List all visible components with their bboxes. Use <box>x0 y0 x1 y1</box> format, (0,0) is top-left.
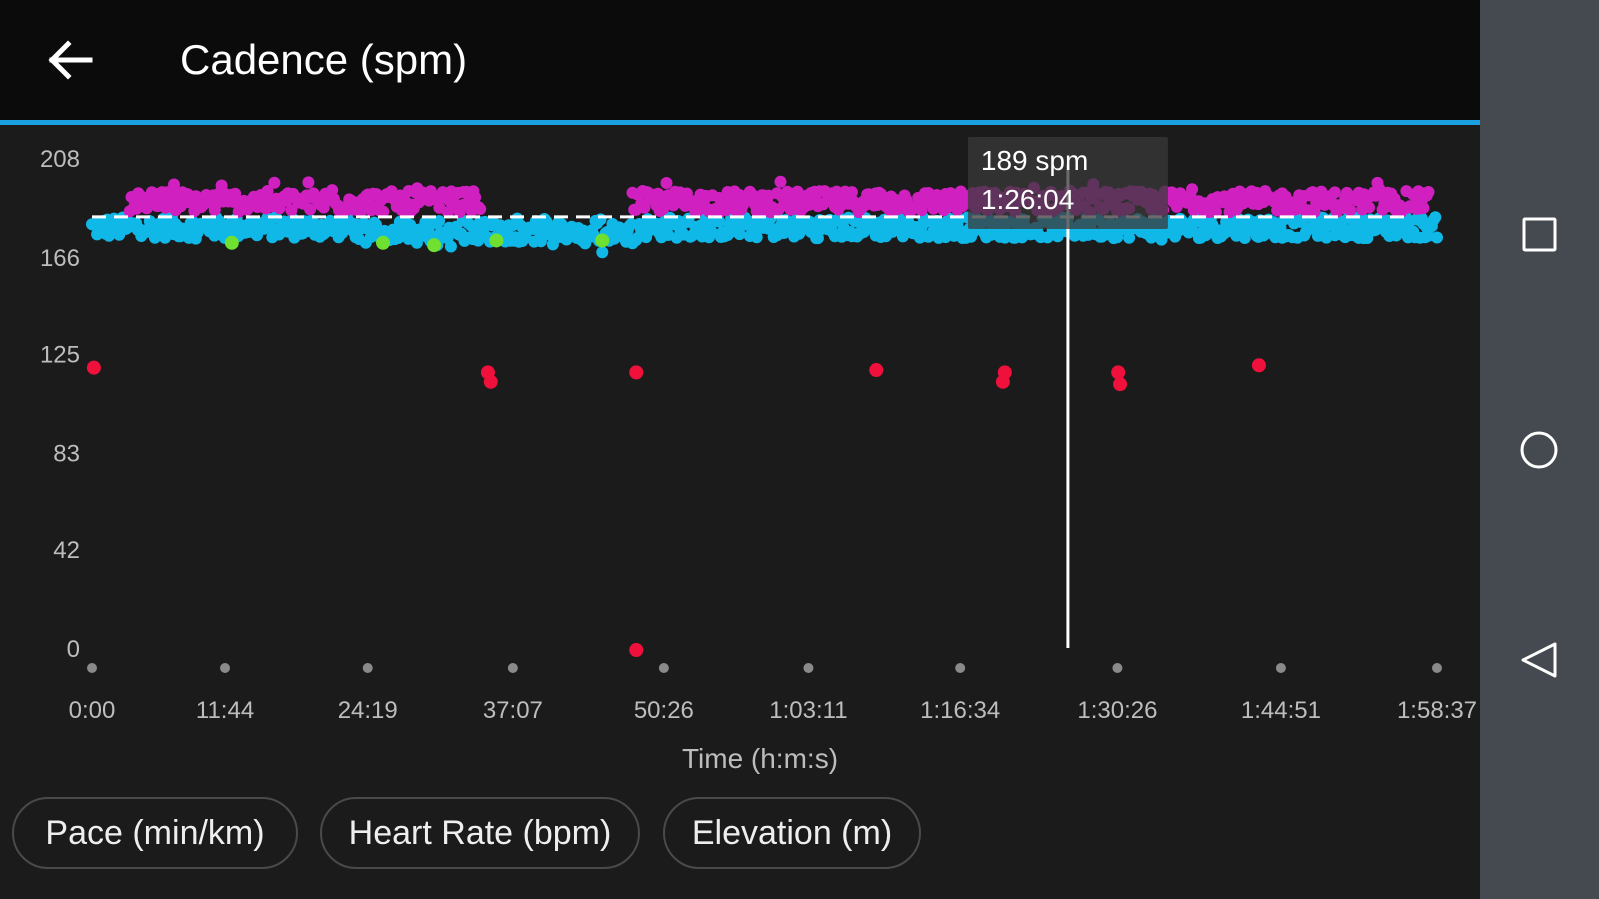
x-tick-dot <box>1112 663 1123 673</box>
magenta-point <box>1363 201 1375 214</box>
x-axis-label: Time (h:m:s) <box>682 743 838 774</box>
x-tick-label: 1:58:37 <box>1397 697 1477 724</box>
magenta-point <box>302 176 315 189</box>
circle-icon <box>1520 431 1558 469</box>
x-tick-label: 37:07 <box>483 697 543 724</box>
red-point <box>869 363 884 378</box>
square-icon <box>1522 217 1557 252</box>
red-point <box>995 374 1010 389</box>
pace-button[interactable]: Pace (min/km) <box>12 797 298 869</box>
x-tick-label: 50:26 <box>634 697 694 724</box>
red-point <box>1251 358 1266 373</box>
x-tick-dot <box>362 663 373 673</box>
y-tick-label: 42 <box>53 537 80 564</box>
green-point <box>427 238 442 253</box>
red-point <box>1113 377 1128 392</box>
home-button[interactable] <box>1500 410 1580 490</box>
heart-rate-button[interactable]: Heart Rate (bpm) <box>320 797 640 869</box>
x-tick-label: 24:19 <box>338 697 398 724</box>
x-tick-dot <box>658 663 669 673</box>
cadence-chart[interactable]: 208 166 125 83 42 0 0:00 11:44 24:19 37:07 50:26 1:… <box>0 125 1480 785</box>
recent-apps-button[interactable] <box>1500 195 1580 275</box>
x-tick-label: 1:16:34 <box>920 697 1000 724</box>
green-point <box>224 235 239 250</box>
magenta-point <box>1186 183 1199 196</box>
cyan-point <box>1429 211 1442 224</box>
magenta-point <box>1417 202 1430 214</box>
tooltip-time: 1:26:04 <box>981 184 1074 215</box>
x-tick-label: 1:44:51 <box>1241 697 1321 724</box>
x-tick-label: 11:44 <box>196 697 254 724</box>
magenta-point <box>660 177 673 189</box>
magenta-point <box>1422 186 1435 198</box>
x-tick-dot <box>220 663 231 673</box>
top-app-bar: Cadence (spm) <box>0 0 1480 125</box>
x-tick-label: 1:03:11 <box>769 697 847 724</box>
y-tick-label: 166 <box>40 245 80 272</box>
triangle-back-icon <box>1521 642 1557 678</box>
system-back-button[interactable] <box>1500 620 1580 700</box>
page-title: Cadence (spm) <box>180 36 468 83</box>
elevation-button[interactable]: Elevation (m) <box>663 797 921 869</box>
y-tick-label: 83 <box>53 440 80 467</box>
back-button[interactable] <box>40 30 100 90</box>
app-window: Cadence (spm) 208 166 125 83 42 0 0:00 11:44 24:… <box>0 0 1480 899</box>
red-point <box>483 374 498 389</box>
magenta-point <box>268 176 281 189</box>
magenta-point <box>1328 186 1341 199</box>
x-tick-dot <box>87 663 97 673</box>
arrow-left-icon <box>48 40 93 80</box>
magenta-point <box>1344 204 1357 217</box>
x-tick-dot <box>507 663 518 673</box>
y-tick-label: 125 <box>40 342 80 369</box>
tooltip-value: 189 spm <box>981 145 1088 176</box>
x-tick-dot <box>1275 663 1286 673</box>
magenta-point <box>474 203 487 215</box>
cyan-point <box>1431 231 1443 244</box>
x-tick-label: 0:00 <box>69 697 116 724</box>
red-point <box>629 643 644 657</box>
cyan-point <box>444 240 457 253</box>
magenta-point <box>774 175 787 188</box>
x-tick-label: 1:30:26 <box>1077 697 1157 724</box>
red-point <box>86 360 101 375</box>
y-tick-label: 208 <box>40 146 80 173</box>
green-point <box>595 233 610 248</box>
red-point <box>1111 365 1126 380</box>
x-tick-dot <box>803 663 814 673</box>
cyan-point <box>596 246 609 259</box>
x-tick-dot <box>1432 663 1442 673</box>
system-nav-bar <box>1480 0 1599 899</box>
green-point <box>489 233 504 248</box>
x-tick-dot <box>955 663 966 673</box>
y-tick-label: 0 <box>67 636 80 663</box>
green-point <box>376 235 391 250</box>
cyan-point <box>594 213 607 226</box>
red-point <box>629 365 644 380</box>
